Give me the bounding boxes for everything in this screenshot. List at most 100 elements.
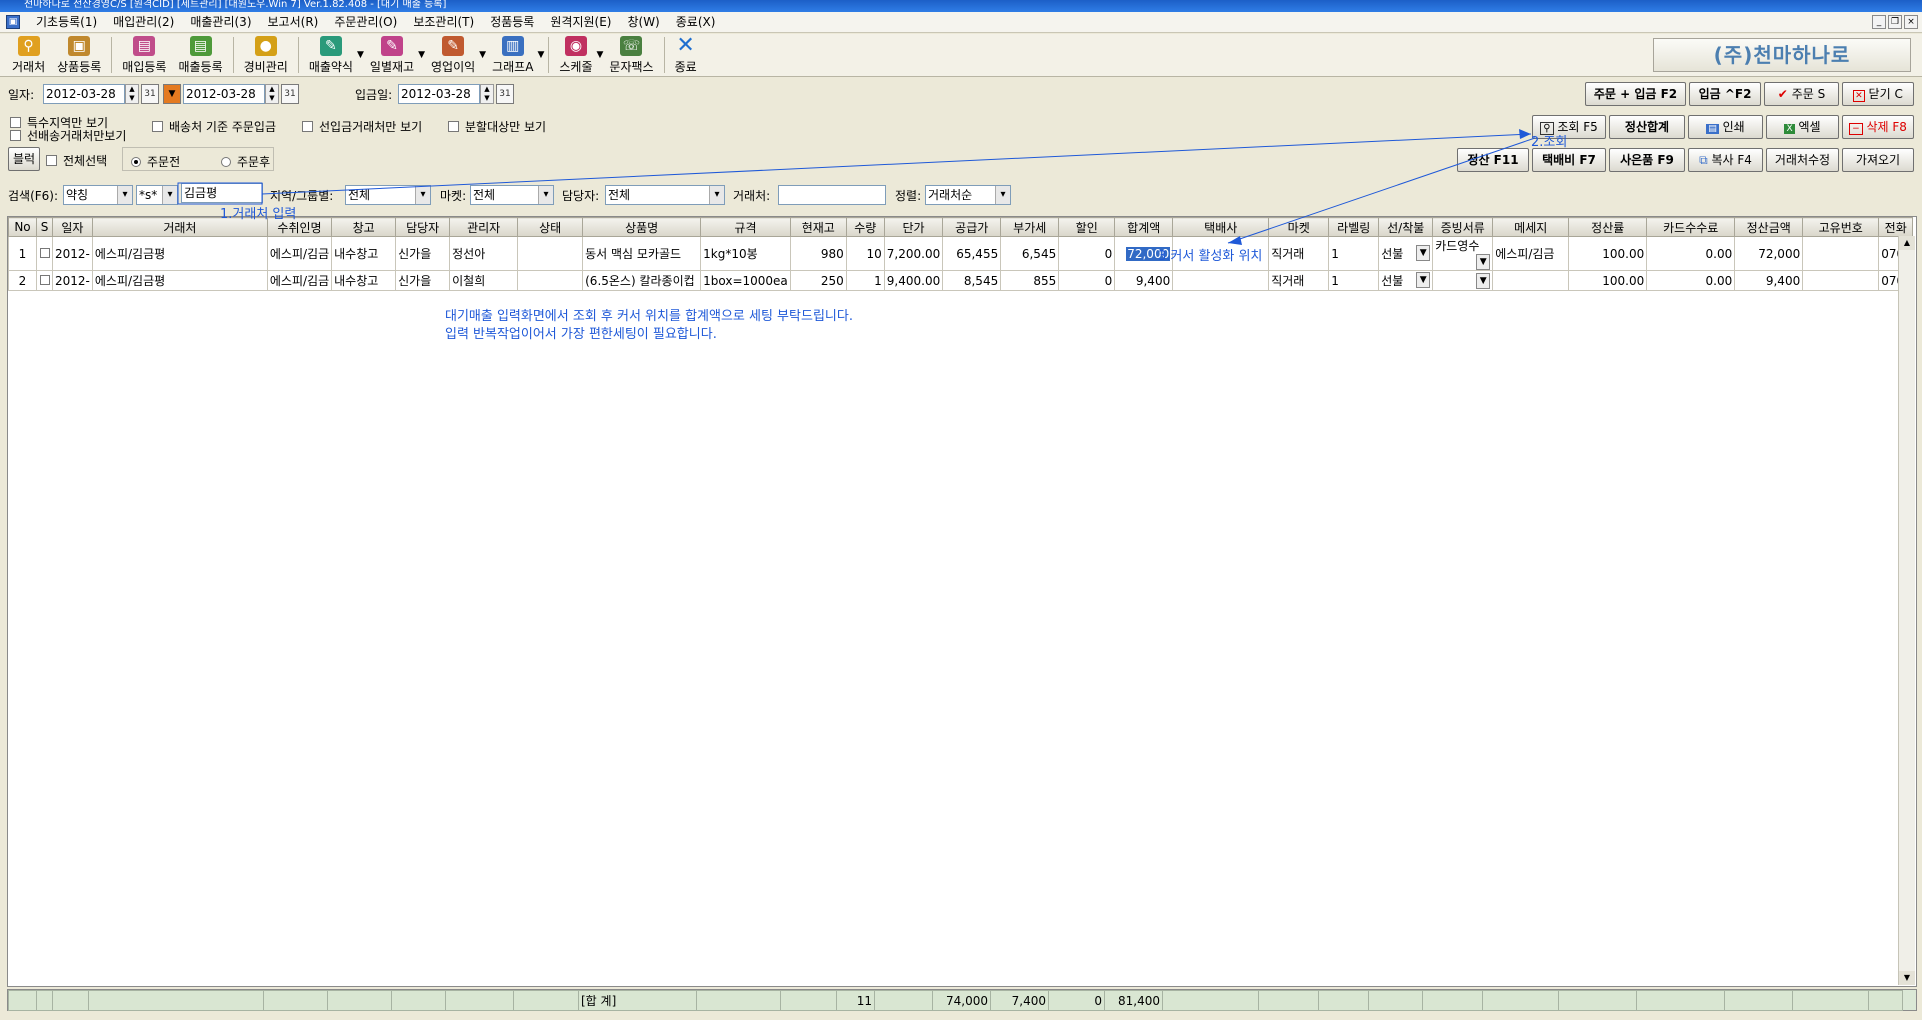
col-discount[interactable]: 할인	[1058, 217, 1116, 237]
menu-exit[interactable]: 종료(X)	[668, 12, 724, 32]
search-type-select[interactable]: 약칭	[63, 185, 133, 205]
block-button[interactable]: 블럭	[8, 147, 40, 171]
ship-order-checkbox[interactable]: 배송처 기준 주문입금	[152, 118, 276, 135]
col-phone[interactable]: 전화	[1878, 217, 1914, 237]
col-market[interactable]: 마켓	[1268, 217, 1330, 237]
delete-button[interactable]: − 삭제 F8	[1842, 115, 1914, 139]
cell-vat[interactable]: 855	[1000, 270, 1060, 291]
calendar-icon[interactable]: 31	[281, 84, 299, 104]
cell-label[interactable]: 1	[1328, 270, 1380, 291]
toolbar-profit-button[interactable]: ✎ 영업이익	[425, 34, 481, 76]
cell-total[interactable]: 9,400	[1114, 270, 1174, 291]
cell-client[interactable]: 에스피/김금평	[91, 270, 268, 291]
deposit-date-spinner[interactable]: ▲ ▼	[480, 84, 494, 104]
cell-label[interactable]: 1	[1328, 236, 1380, 271]
col-pay[interactable]: 선/착불	[1378, 217, 1434, 237]
menu-order[interactable]: 주문관리(O)	[326, 12, 405, 32]
vertical-scrollbar[interactable]: ▲ ▼	[1898, 236, 1915, 985]
calendar-icon[interactable]: 31	[496, 84, 514, 104]
cell-uid[interactable]	[1802, 236, 1880, 271]
cell-market[interactable]: 직거래	[1268, 236, 1330, 271]
col-rate[interactable]: 정산률	[1568, 217, 1648, 237]
cell-status[interactable]	[517, 270, 584, 291]
import-button[interactable]: 가져오기	[1842, 148, 1914, 172]
market-select[interactable]: 전체	[470, 185, 554, 205]
toolbar-product-button[interactable]: ▣ 상품등록	[51, 34, 107, 76]
toolbar-exit-button[interactable]: ✕ 종료	[669, 34, 703, 76]
minimize-icon[interactable]: _	[1872, 15, 1886, 29]
cell-vat[interactable]: 6,545	[1000, 236, 1060, 271]
edit-client-button[interactable]: 거래처수정	[1766, 148, 1839, 172]
cell-spec[interactable]: 1kg*10봉	[700, 236, 791, 271]
cell-staff[interactable]: 신가을	[395, 236, 451, 271]
cell-price[interactable]: 9,400.00	[883, 270, 944, 291]
toolbar-sales-button[interactable]: ▤ 매출등록	[172, 34, 228, 76]
col-date[interactable]: 일자	[52, 217, 93, 237]
col-spec[interactable]: 규격	[700, 217, 791, 237]
cell-pay[interactable]: 선불 ▼	[1378, 236, 1434, 271]
toolbar-schedule-button[interactable]: ◉ 스케줄	[553, 34, 598, 76]
cell-discount[interactable]: 0	[1058, 270, 1116, 291]
chevron-down-icon[interactable]: ▼	[357, 50, 364, 60]
order-button[interactable]: ✔ 주문 S	[1764, 82, 1839, 106]
cell-proof[interactable]: 카드영수 ▼	[1432, 236, 1494, 271]
toolbar-expense-button[interactable]: ● 경비관리	[238, 34, 294, 76]
cell-supply[interactable]: 8,545	[942, 270, 1002, 291]
chevron-down-icon[interactable]: ▼	[537, 50, 544, 60]
cell-date[interactable]: 2012-	[52, 236, 93, 271]
cell-card-fee[interactable]: 0.00	[1646, 270, 1736, 291]
col-price[interactable]: 단가	[883, 217, 944, 237]
toolbar-client-button[interactable]: ⚲ 거래처	[6, 34, 51, 76]
cell-warehouse[interactable]: 내수창고	[331, 236, 397, 271]
col-proof[interactable]: 증빙서류	[1432, 217, 1494, 237]
search-input[interactable]: 김금평	[181, 183, 263, 203]
cell-rate[interactable]: 100.00	[1568, 236, 1648, 271]
order-deposit-button[interactable]: 주문 + 입금 F2	[1585, 82, 1686, 106]
cell-manager[interactable]: 이철희	[449, 270, 519, 291]
toolbar-sms-fax-button[interactable]: ☏ 문자팩스	[603, 34, 659, 76]
toolbar-graph-button[interactable]: ▥ 그래프A	[486, 34, 539, 76]
date-from-spinner[interactable]: ▲ ▼	[125, 84, 139, 104]
menu-aux[interactable]: 보조관리(T)	[405, 12, 482, 32]
radio-before-order[interactable]: 주문전	[131, 153, 180, 170]
client-input[interactable]	[778, 185, 886, 205]
menu-genuine[interactable]: 정품등록	[482, 12, 542, 32]
col-supply[interactable]: 공급가	[942, 217, 1002, 237]
col-vat[interactable]: 부가세	[1000, 217, 1060, 237]
select-all-checkbox[interactable]: 전체선택	[46, 152, 107, 169]
row-checkbox[interactable]	[36, 236, 53, 271]
cell-stock[interactable]: 980	[789, 236, 847, 271]
advance-client-checkbox[interactable]: 선입금거래처만 보기	[302, 118, 422, 135]
menu-report[interactable]: 보고서(R)	[260, 12, 327, 32]
menu-purchase[interactable]: 매입관리(2)	[105, 12, 182, 32]
cell-receiver[interactable]: 에스피/김금	[266, 270, 333, 291]
cell-staff[interactable]: 신가을	[395, 270, 451, 291]
cell-product[interactable]: 동서 맥심 모카골드	[582, 236, 702, 271]
cell-product[interactable]: (6.5온스) 칼라종이컵	[582, 270, 702, 291]
col-warehouse[interactable]: 창고	[331, 217, 397, 237]
region-select[interactable]: 전체	[345, 185, 431, 205]
cell-pay[interactable]: 선불 ▼	[1378, 270, 1434, 291]
calendar-icon[interactable]: 31	[141, 84, 159, 104]
scroll-up-icon[interactable]: ▲	[1899, 236, 1915, 250]
settle-button[interactable]: 정산 F11	[1457, 148, 1529, 172]
deposit-date-input[interactable]: 2012-03-28	[398, 84, 480, 104]
toolbar-daily-stock-button[interactable]: ✎ 일별재고	[364, 34, 420, 76]
cell-uid[interactable]	[1802, 270, 1880, 291]
cell-qty[interactable]: 1	[845, 270, 885, 291]
chevron-down-icon[interactable]: ▼	[1416, 245, 1431, 261]
cell-rate[interactable]: 100.00	[1568, 270, 1648, 291]
cell-settle[interactable]: 9,400	[1734, 270, 1804, 291]
col-staff[interactable]: 담당자	[395, 217, 451, 237]
toolbar-purchase-button[interactable]: ▤ 매입등록	[116, 34, 172, 76]
menu-window[interactable]: 창(W)	[619, 12, 667, 32]
menu-sales[interactable]: 매출관리(3)	[182, 12, 259, 32]
cell-supply[interactable]: 65,455	[942, 236, 1002, 271]
radio-after-order[interactable]: 주문후	[221, 153, 270, 170]
cell-qty[interactable]: 10	[845, 236, 885, 271]
col-no[interactable]: No	[8, 217, 37, 237]
app-icon[interactable]: ▣	[6, 15, 20, 29]
sort-select[interactable]: 거래처순	[925, 185, 1011, 205]
col-total[interactable]: 합계액	[1114, 217, 1174, 237]
cell-market[interactable]: 직거래	[1268, 270, 1330, 291]
